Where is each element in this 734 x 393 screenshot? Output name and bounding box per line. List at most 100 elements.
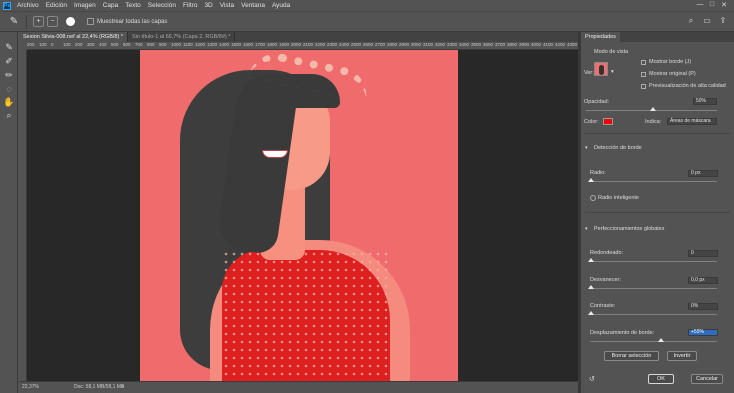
menu-item-4[interactable]: Texto <box>125 2 141 9</box>
indicates-select[interactable]: Áreas de máscara <box>667 118 717 125</box>
overlay-color-swatch[interactable] <box>603 118 613 125</box>
ruler-tick-label: 3200 <box>435 42 446 47</box>
collapse-arrow-icon[interactable]: ▾ <box>585 145 588 151</box>
radius-slider-thumb[interactable] <box>588 178 594 182</box>
horizontal-ruler: 200 100 0 100 200 300 400 500 600 700 800 900 1000 11… <box>27 42 578 50</box>
menu-bar: Ps Archivo Edición Imagen Capa Texto Selecció… <box>0 0 734 11</box>
status-bar: 22,37% Doc: 58,1 MB/58,1 MB > <box>19 381 578 393</box>
clear-selection-button[interactable]: Borrar selección <box>604 351 659 361</box>
feather-slider[interactable] <box>590 288 717 289</box>
chevron-down-icon[interactable]: ▾ <box>611 69 614 75</box>
view-mode-thumbnail[interactable] <box>594 62 608 76</box>
feather-slider-thumb[interactable] <box>588 285 594 289</box>
menu-item-7[interactable]: 3D <box>204 2 212 9</box>
smart-radius-checkbox[interactable] <box>590 195 596 201</box>
ruler-tick-label: 1400 <box>219 42 230 47</box>
ruler-tick-label: 1300 <box>207 42 218 47</box>
zoom-icon[interactable]: ⌕ <box>3 110 15 121</box>
brush-icon[interactable]: ✎ <box>8 16 20 28</box>
smooth-field[interactable]: 0 <box>688 250 718 257</box>
menu-item-3[interactable]: Capa <box>103 2 119 9</box>
menu-item-0[interactable]: Archivo <box>17 2 39 9</box>
hand-icon[interactable]: ✋ <box>3 97 15 108</box>
ruler-tick-label: 2300 <box>327 42 338 47</box>
status-arrow-icon[interactable]: > <box>121 382 124 393</box>
document-tab-0[interactable]: Sesion Silvia-008.nef al 22,4% (RGB/8) * <box>19 32 128 42</box>
ruler-tick-label: 600 <box>123 42 131 47</box>
opacity-field[interactable]: 50% <box>693 98 717 105</box>
brush-tool-icon[interactable]: ✏ <box>3 70 15 81</box>
maximize-button[interactable]: □ <box>706 1 718 9</box>
shift-edge-field[interactable]: +55% <box>688 329 718 336</box>
lasso-icon[interactable]: ◌ <box>3 84 15 95</box>
document-area: Sesion Silvia-008.nef al 22,4% (RGB/8) *… <box>19 32 578 393</box>
doc-size: Doc: 58,1 MB/58,1 MB <box>74 384 125 390</box>
menu-item-2[interactable]: Imagen <box>74 2 96 9</box>
ruler-tick-label: 800 <box>147 42 155 47</box>
share-icon[interactable]: ⇪ <box>718 16 728 26</box>
menu-item-10[interactable]: Ayuda <box>272 2 290 9</box>
ruler-tick-label: 3000 <box>411 42 422 47</box>
radius-field[interactable]: 0 px <box>688 170 718 177</box>
tab-properties[interactable]: Propiedades <box>581 32 620 42</box>
brush-size-preview[interactable] <box>66 17 75 26</box>
add-mode-button[interactable]: + <box>33 16 44 27</box>
shift-edge-label: Desplazamiento de borde: <box>590 330 655 336</box>
smooth-slider[interactable] <box>590 261 717 262</box>
search-icon[interactable]: ⌕ <box>686 16 696 26</box>
zoom-level[interactable]: 22,37% <box>22 382 39 393</box>
contrast-slider[interactable] <box>590 314 717 315</box>
contrast-field[interactable]: 0% <box>688 303 718 310</box>
radius-slider[interactable] <box>590 181 717 182</box>
hq-preview-checkbox[interactable] <box>641 84 646 89</box>
close-button[interactable]: ✕ <box>718 1 730 9</box>
ruler-tick-label: 1700 <box>255 42 266 47</box>
ruler-tick-label: 2400 <box>339 42 350 47</box>
menu-item-8[interactable]: Vista <box>220 2 234 9</box>
document-tab-1[interactable]: Sin título-1 al 66,7% (Capa 2, RGB/8#) * <box>127 32 236 42</box>
ruler-tick-label: 3100 <box>423 42 434 47</box>
invert-button[interactable]: Invertir <box>667 351 697 361</box>
menu-item-5[interactable]: Selección <box>148 2 176 9</box>
smooth-slider-thumb[interactable] <box>588 258 594 262</box>
refine-edge-brush-icon[interactable]: ✐ <box>3 56 15 67</box>
menu-item-1[interactable]: Edición <box>46 2 67 9</box>
tools-panel: ✎ ✐ ✏ ◌ ✋ ⌕ <box>0 32 18 393</box>
cancel-button[interactable]: Cancelar <box>691 374 723 384</box>
ruler-tick-label: 2200 <box>315 42 326 47</box>
ruler-tick-label: 3700 <box>495 42 506 47</box>
menu-item-9[interactable]: Ventana <box>241 2 265 9</box>
opacity-label: Opacidad: <box>584 99 610 105</box>
shift-edge-slider-thumb[interactable] <box>658 338 664 342</box>
properties-panel: Propiedades Modo de vista Ver: ▾ Mostrar… <box>581 32 734 393</box>
ruler-tick-label: 2800 <box>387 42 398 47</box>
show-original-checkbox[interactable] <box>641 72 646 77</box>
contrast-slider-thumb[interactable] <box>588 311 594 315</box>
ruler-tick-label: 500 <box>111 42 119 47</box>
ruler-tick-label: 4000 <box>531 42 542 47</box>
separator <box>26 14 27 29</box>
opacity-slider-thumb[interactable] <box>650 107 656 111</box>
shift-edge-slider[interactable] <box>590 341 717 342</box>
show-original-label: Mostrar original (P) <box>649 71 696 77</box>
image-canvas[interactable] <box>140 50 458 381</box>
feather-field[interactable]: 0,0 px <box>688 277 718 284</box>
reset-icon[interactable]: ↺ <box>589 375 595 383</box>
color-label: Color: <box>584 119 599 125</box>
options-right: ⌕ ▭ ⇪ <box>680 16 728 26</box>
subtract-mode-button[interactable]: − <box>47 16 58 27</box>
minimize-button[interactable]: — <box>694 1 706 9</box>
sample-all-layers-checkbox[interactable] <box>87 18 94 25</box>
feather-label: Desvanecer: <box>590 277 621 283</box>
ruler-tick-label: 2600 <box>363 42 374 47</box>
ruler-tick-label: 0 <box>51 42 54 47</box>
collapse-arrow-icon[interactable]: ▾ <box>585 226 588 232</box>
ruler-tick-label: 100 <box>39 42 47 47</box>
radius-label: Radio: <box>590 170 606 176</box>
show-edge-checkbox[interactable] <box>641 60 646 65</box>
ruler-tick-label: 900 <box>159 42 167 47</box>
ok-button[interactable]: OK <box>648 374 674 384</box>
workspace-icon[interactable]: ▭ <box>702 16 712 26</box>
quick-selection-icon[interactable]: ✎ <box>3 42 15 53</box>
menu-item-6[interactable]: Filtro <box>183 2 197 9</box>
